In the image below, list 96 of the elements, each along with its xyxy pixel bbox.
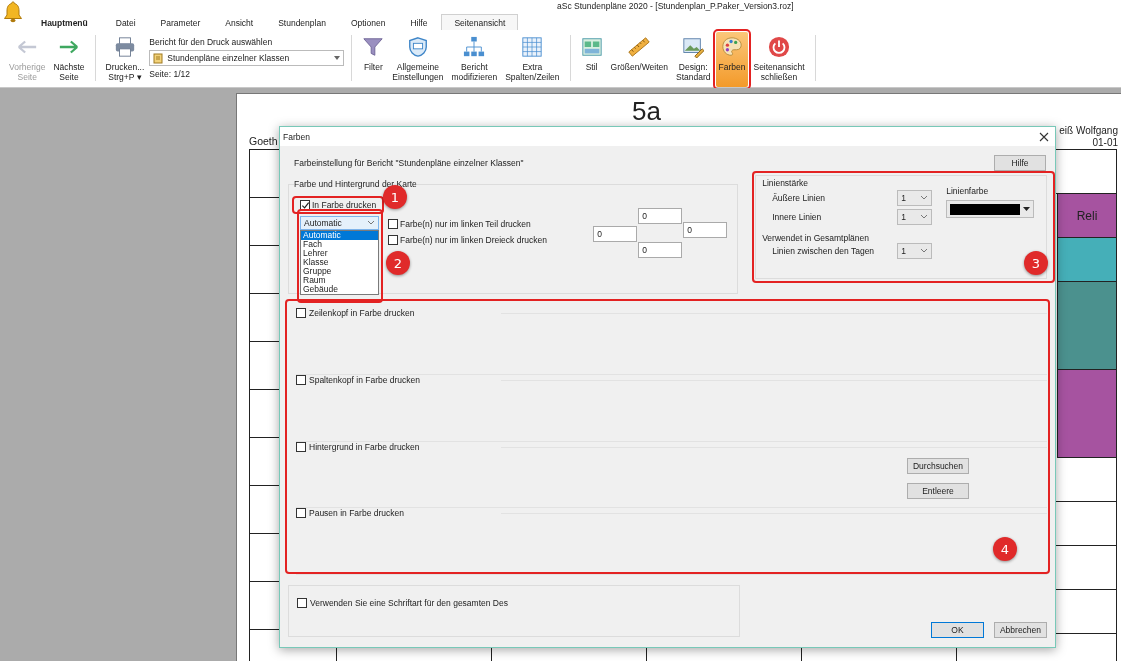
- dropdown-arrow-icon: [1023, 207, 1031, 211]
- margin-field[interactable]: 0: [683, 222, 728, 238]
- checkbox[interactable]: [388, 219, 398, 229]
- checkbox-label: Farbe(n) nur im linken Teil drucken: [400, 219, 531, 229]
- field-label: Innere Linien: [772, 211, 822, 222]
- header-text: 01-01: [1092, 137, 1118, 149]
- tick-icon: [300, 200, 310, 210]
- checkbox[interactable]: [297, 598, 307, 608]
- ribbon-button[interactable]: Design: Standard: [673, 32, 714, 87]
- checkbox-label: Zeilenkopf in Farbe drucken: [309, 308, 415, 318]
- picture-pencil-icon: [682, 36, 705, 58]
- menu-tab[interactable]: Seitenansicht: [441, 14, 519, 30]
- checkbox[interactable]: [296, 441, 306, 452]
- checkbox[interactable]: [300, 200, 310, 210]
- report-label: Bericht für den Druck auswählen: [149, 37, 274, 47]
- width-dropdown[interactable]: 1: [897, 189, 933, 206]
- margin-field[interactable]: 0: [638, 208, 683, 224]
- section-button[interactable]: Entleere: [907, 482, 969, 499]
- width-dropdown[interactable]: 1: [897, 242, 933, 259]
- dropdown-option[interactable]: Gruppe: [301, 267, 378, 276]
- step-number: 3: [1024, 251, 1048, 275]
- dialog-description: Farbeinstellung für Bericht "Stundenpläne einzelner Klassen": [294, 158, 524, 168]
- checkbox-label: In Farbe drucken: [312, 200, 377, 210]
- checkbox[interactable]: [296, 508, 306, 519]
- dropdown-arrow-icon: [334, 56, 341, 60]
- dropdown-option[interactable]: Klasse: [301, 258, 378, 267]
- page-counter: Seite: 1/12: [149, 69, 191, 79]
- ribbon-button[interactable]: Größen/Weiten: [607, 32, 672, 87]
- checkbox[interactable]: [388, 235, 398, 245]
- ribbon-button[interactable]: Allgemeine Einstellungen: [389, 32, 447, 87]
- menu-tab[interactable]: Hilfe: [399, 14, 439, 30]
- help-button[interactable]: Hilfe: [994, 155, 1046, 171]
- chevron-down-icon: [920, 194, 929, 201]
- checkbox-label: Hintergrund in Farbe drucken: [309, 441, 420, 452]
- school-name: Goeth: [249, 135, 278, 149]
- ribbon-button[interactable]: Filter: [359, 32, 388, 87]
- dialog-button[interactable]: OK: [931, 622, 984, 638]
- dropdown-option[interactable]: Automatic: [301, 231, 378, 240]
- dialog-title: Farben: [283, 131, 310, 142]
- dropdown-option[interactable]: Gebäude: [301, 285, 378, 294]
- checkbox[interactable]: [296, 308, 306, 318]
- dropdown-option[interactable]: Fach: [301, 240, 378, 249]
- line-color-picker[interactable]: [946, 200, 1035, 218]
- header-text: eiß Wolfgang: [1059, 125, 1118, 137]
- funnel-icon: [362, 36, 385, 58]
- field-label: Linien zwischen den Tagen: [772, 245, 875, 256]
- margin-field[interactable]: 0: [638, 242, 683, 258]
- menu-tab[interactable]: Parameter: [149, 14, 212, 30]
- printer-icon: [113, 36, 136, 58]
- checkbox-label: Spaltenkopf in Farbe drucken: [309, 374, 421, 385]
- menu-tab[interactable]: Datei: [104, 14, 147, 30]
- report-dropdown[interactable]: Stundenpläne einzelner Klassen: [149, 50, 345, 66]
- menu-tab[interactable]: Hauptmenü: [30, 14, 99, 30]
- ribbon-button[interactable]: Stil: [577, 32, 606, 87]
- section-label: Verwendet in Gesamtplänen: [762, 233, 870, 243]
- step-number: 4: [993, 537, 1017, 561]
- layout-panels-icon: [580, 36, 603, 58]
- step-number: 2: [386, 251, 410, 275]
- field-label: Linienfarbe: [946, 186, 990, 196]
- dropdown-option[interactable]: Lehrer: [301, 249, 378, 258]
- power-icon: [768, 36, 790, 58]
- table-grid-icon: [521, 36, 544, 58]
- group-legend: Linienstärke: [762, 178, 933, 188]
- ribbon-button[interactable]: Extra Spalten/Zeilen: [502, 32, 563, 87]
- checkbox-label: Pausen in Farbe drucken: [309, 508, 404, 519]
- palette-icon: [721, 36, 743, 58]
- ribbon-button[interactable]: Seitenansicht schließen: [750, 32, 808, 87]
- shield-icon: [406, 36, 429, 58]
- hierarchy-icon: [463, 36, 486, 58]
- menu-tab[interactable]: Ansicht: [214, 14, 265, 30]
- dropdown-option[interactable]: Raum: [301, 276, 378, 285]
- ribbon-button[interactable]: Farben: [715, 32, 749, 87]
- menu-tab[interactable]: Stundenplan: [267, 14, 337, 30]
- lesson-subject: Reli: [1076, 208, 1098, 223]
- checkbox-label: Farbe(n) nur im linken Dreieck drucken: [400, 235, 547, 245]
- ribbon-button[interactable]: Bericht modifizieren: [448, 32, 501, 87]
- ribbon-button[interactable]: Nächste Seite: [50, 32, 88, 87]
- menu-tab[interactable]: Optionen: [339, 14, 397, 30]
- close-icon[interactable]: [1039, 131, 1049, 142]
- section-button[interactable]: Durchsuchen: [907, 457, 969, 474]
- field-label: Äußere Linien: [772, 192, 826, 203]
- document-icon: [153, 52, 164, 64]
- dialog-button[interactable]: Abbrechen: [994, 622, 1047, 638]
- window-title: aSc Stundenpläne 2020 - [Stundenplan_P.Paker_Version3.roz]: [557, 1, 794, 11]
- chevron-down-icon: [367, 220, 375, 226]
- chevron-down-icon: [920, 213, 929, 220]
- group-legend: Farbe und Hintergrund der Karte: [294, 179, 417, 189]
- color-source-dropdown[interactable]: Automatic: [300, 216, 379, 230]
- class-heading: 5a: [631, 98, 662, 120]
- chevron-down-icon: [920, 247, 929, 254]
- ribbon-button[interactable]: Drucken... Strg+P ▾: [102, 32, 148, 87]
- checkbox[interactable]: [296, 374, 306, 385]
- bell-icon: [3, 1, 23, 23]
- width-dropdown[interactable]: 1: [897, 208, 933, 225]
- margin-field[interactable]: 0: [593, 226, 638, 242]
- checkbox-label: Verwenden Sie eine Schriftart für den gesamten Des: [310, 598, 508, 608]
